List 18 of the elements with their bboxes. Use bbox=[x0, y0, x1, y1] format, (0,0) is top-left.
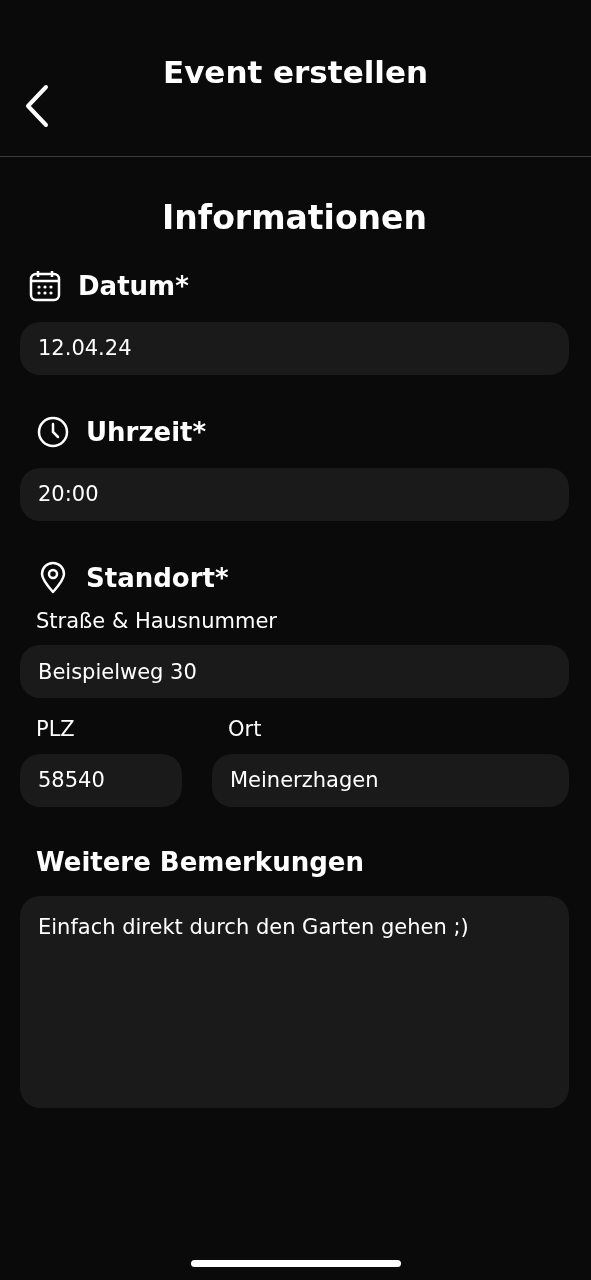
clock-icon bbox=[36, 415, 70, 449]
remarks-field[interactable]: Einfach direkt durch den Garten gehen ;) bbox=[20, 895, 569, 1108]
field-label: Uhrzeit* bbox=[86, 415, 207, 449]
city-field[interactable]: Meinerzhagen bbox=[212, 753, 569, 807]
street-field[interactable]: Beispielweg 30 bbox=[20, 645, 569, 698]
zip-label: PLZ bbox=[35, 716, 76, 743]
calendar-icon bbox=[28, 269, 62, 303]
street-label: Straße & Hausnummer bbox=[35, 607, 278, 635]
screen-title: Event erstellen bbox=[161, 53, 429, 92]
zip-field[interactable]: 58540 bbox=[20, 753, 182, 807]
back-button[interactable] bbox=[24, 84, 50, 128]
time-field[interactable]: 20:00 bbox=[20, 467, 569, 521]
city-label: Ort bbox=[227, 716, 263, 743]
remarks-label: Weitere Bemerkungen bbox=[35, 845, 365, 879]
field-label: Standort* bbox=[86, 561, 229, 595]
field-label: Datum* bbox=[78, 269, 189, 303]
date-field[interactable]: 12.04.24 bbox=[20, 321, 569, 375]
section-title: Informationen bbox=[161, 197, 428, 239]
